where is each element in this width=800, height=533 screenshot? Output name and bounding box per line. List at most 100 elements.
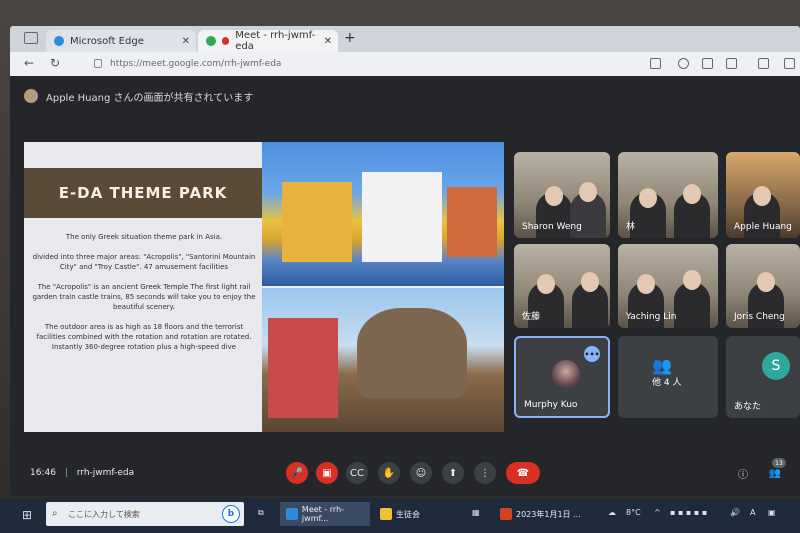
projected-screen: Microsoft Edge ✕ Meet - rrh-jwmf-eda ✕ +…	[0, 0, 800, 533]
troy-horse-photo	[262, 288, 504, 432]
slide-paragraph: divided into three major areas: "Acropol…	[32, 253, 256, 271]
participant-name: Joris Cheng	[734, 312, 785, 322]
windows-start-icon[interactable]: ⊞	[22, 508, 32, 522]
search-icon: ⌕	[52, 508, 58, 519]
more-options-icon[interactable]: ⋮	[474, 462, 496, 484]
tab-microsoft-edge[interactable]: Microsoft Edge ✕	[46, 30, 196, 52]
mic-off-icon[interactable]: 🎤	[286, 462, 308, 484]
participant-name: Murphy Kuo	[524, 400, 578, 410]
favorite-icon[interactable]	[726, 58, 737, 69]
participant-name: 佐藤	[522, 312, 541, 322]
camera-icon[interactable]	[650, 58, 661, 69]
photo-building	[362, 172, 442, 262]
office-icon[interactable]: ▣	[768, 508, 776, 517]
back-icon[interactable]: ←	[24, 56, 34, 70]
participant-face	[581, 272, 599, 292]
participant-name: Sharon Weng	[522, 222, 582, 232]
participant-tile-selected[interactable]: ••• Murphy Kuo	[514, 336, 610, 418]
camera-off-icon[interactable]: ▣	[316, 462, 338, 484]
participant-face	[639, 188, 657, 208]
avatar	[552, 360, 580, 388]
calendar-icon[interactable]: ▦	[472, 508, 480, 517]
tab-meet[interactable]: Meet - rrh-jwmf-eda ✕	[198, 30, 338, 52]
slide-title: E-DA THEME PARK	[24, 168, 262, 218]
meet-window: Apple Huang さんの画面が共有されています E-DA THEME PA…	[10, 76, 800, 496]
avatar	[24, 89, 38, 103]
edge-icon	[286, 508, 298, 520]
taskbar-app-folder[interactable]: 生徒会	[374, 502, 464, 526]
meet-control-bar: 16:46 | rrh-jwmf-eda 🎤 ▣ CC ✋ ☺ ⬆ ⋮ ☎ ⓘ …	[10, 452, 800, 496]
new-tab-icon[interactable]: +	[344, 30, 356, 46]
slide-body: The only Greek situation theme park in A…	[32, 232, 256, 362]
participant-tile[interactable]: Yaching Lin	[618, 244, 718, 328]
santorini-photo	[262, 142, 504, 286]
separator: |	[64, 468, 68, 478]
participant-name: Apple Huang	[734, 222, 792, 232]
ime-icon[interactable]: A	[750, 508, 755, 517]
tab-label: Microsoft Edge	[70, 35, 144, 47]
taskbar-search[interactable]: ⌕ ここに入力して検索 b	[46, 502, 244, 526]
participant-face	[545, 186, 563, 206]
slide-paragraph: The outdoor area is as high as 18 floors…	[36, 323, 252, 351]
slide-text-panel: E-DA THEME PARK The only Greek situation…	[24, 142, 262, 432]
participant-face	[757, 272, 775, 292]
participant-face	[683, 184, 701, 204]
close-icon[interactable]: ✕	[324, 36, 332, 47]
close-icon[interactable]: ✕	[182, 36, 190, 47]
read-aloud-icon[interactable]	[702, 58, 713, 69]
participant-name: 林	[626, 222, 636, 232]
edge-icon	[54, 36, 64, 46]
favorites-list-icon[interactable]	[758, 58, 769, 69]
taskbar-app-label: Meet - rrh-jwmf...	[301, 505, 345, 523]
avatar: S	[762, 352, 790, 380]
participant-count-badge: 13	[772, 458, 786, 468]
address-bar: ← ↻ https://meet.google.com/rrh-jwmf-eda	[10, 52, 800, 76]
people-icon: 👥	[652, 356, 672, 375]
captions-icon[interactable]: CC	[346, 462, 368, 484]
url-field[interactable]: https://meet.google.com/rrh-jwmf-eda	[88, 56, 648, 72]
participant-tile[interactable]: 林	[618, 152, 718, 238]
meeting-info: 16:46 | rrh-jwmf-eda	[30, 468, 134, 478]
tray-chevron-icon[interactable]: ^	[654, 508, 661, 517]
search-placeholder: ここに入力して検索	[68, 509, 140, 519]
participant-tile[interactable]: Apple Huang	[726, 152, 800, 238]
photo-ride	[268, 318, 338, 418]
weather-icon[interactable]: ☁	[608, 508, 616, 517]
powerpoint-icon	[500, 508, 512, 520]
participant-tile[interactable]: Joris Cheng	[726, 244, 800, 328]
taskbar-app-label: 2023年1月1日 ...	[516, 509, 581, 519]
share-banner-text: Apple Huang さんの画面が共有されています	[46, 92, 254, 104]
self-tile[interactable]: S あなた	[726, 336, 800, 418]
raise-hand-icon[interactable]: ✋	[378, 462, 400, 484]
tracking-icon[interactable]	[678, 58, 689, 69]
volume-icon[interactable]: 🔊	[730, 508, 740, 517]
task-view-icon[interactable]: ⧉	[258, 508, 264, 518]
window-menu-icon[interactable]	[24, 32, 38, 44]
info-icon[interactable]: ⓘ	[732, 462, 754, 484]
others-count: 他 4 人	[652, 378, 682, 388]
participant-face	[637, 274, 655, 294]
temperature: 8°C	[626, 508, 641, 517]
tray-icons[interactable]: ▪ ▪ ▪ ▪ ▪	[670, 508, 707, 517]
photo-building	[447, 187, 497, 257]
others-tile[interactable]: 👥 他 4 人	[618, 336, 718, 418]
collections-icon[interactable]	[784, 58, 795, 69]
browser-tab-bar: Microsoft Edge ✕ Meet - rrh-jwmf-eda ✕ +	[10, 26, 800, 52]
lock-icon	[94, 59, 102, 68]
participant-name: あなた	[734, 402, 762, 412]
photo-building	[282, 182, 352, 262]
windows-taskbar: ⊞ ⌕ ここに入力して検索 b ⧉ Meet - rrh-jwmf... 生徒会…	[0, 498, 800, 533]
taskbar-app-powerpoint[interactable]: 2023年1月1日 ...	[494, 502, 594, 526]
refresh-icon[interactable]: ↻	[50, 56, 60, 70]
participant-face	[579, 182, 597, 202]
more-options-icon[interactable]: •••	[584, 346, 600, 362]
emoji-icon[interactable]: ☺	[410, 462, 432, 484]
participant-tile[interactable]: 佐藤	[514, 244, 610, 328]
leave-call-button[interactable]: ☎	[506, 462, 540, 484]
taskbar-app-meet[interactable]: Meet - rrh-jwmf...	[280, 502, 370, 526]
present-icon[interactable]: ⬆	[442, 462, 464, 484]
screen-share-banner: Apple Huang さんの画面が共有されています	[24, 86, 253, 106]
slide-paragraph: The only Greek situation theme park in A…	[65, 233, 223, 241]
bing-icon[interactable]: b	[222, 505, 240, 523]
participant-tile[interactable]: Sharon Weng	[514, 152, 610, 238]
